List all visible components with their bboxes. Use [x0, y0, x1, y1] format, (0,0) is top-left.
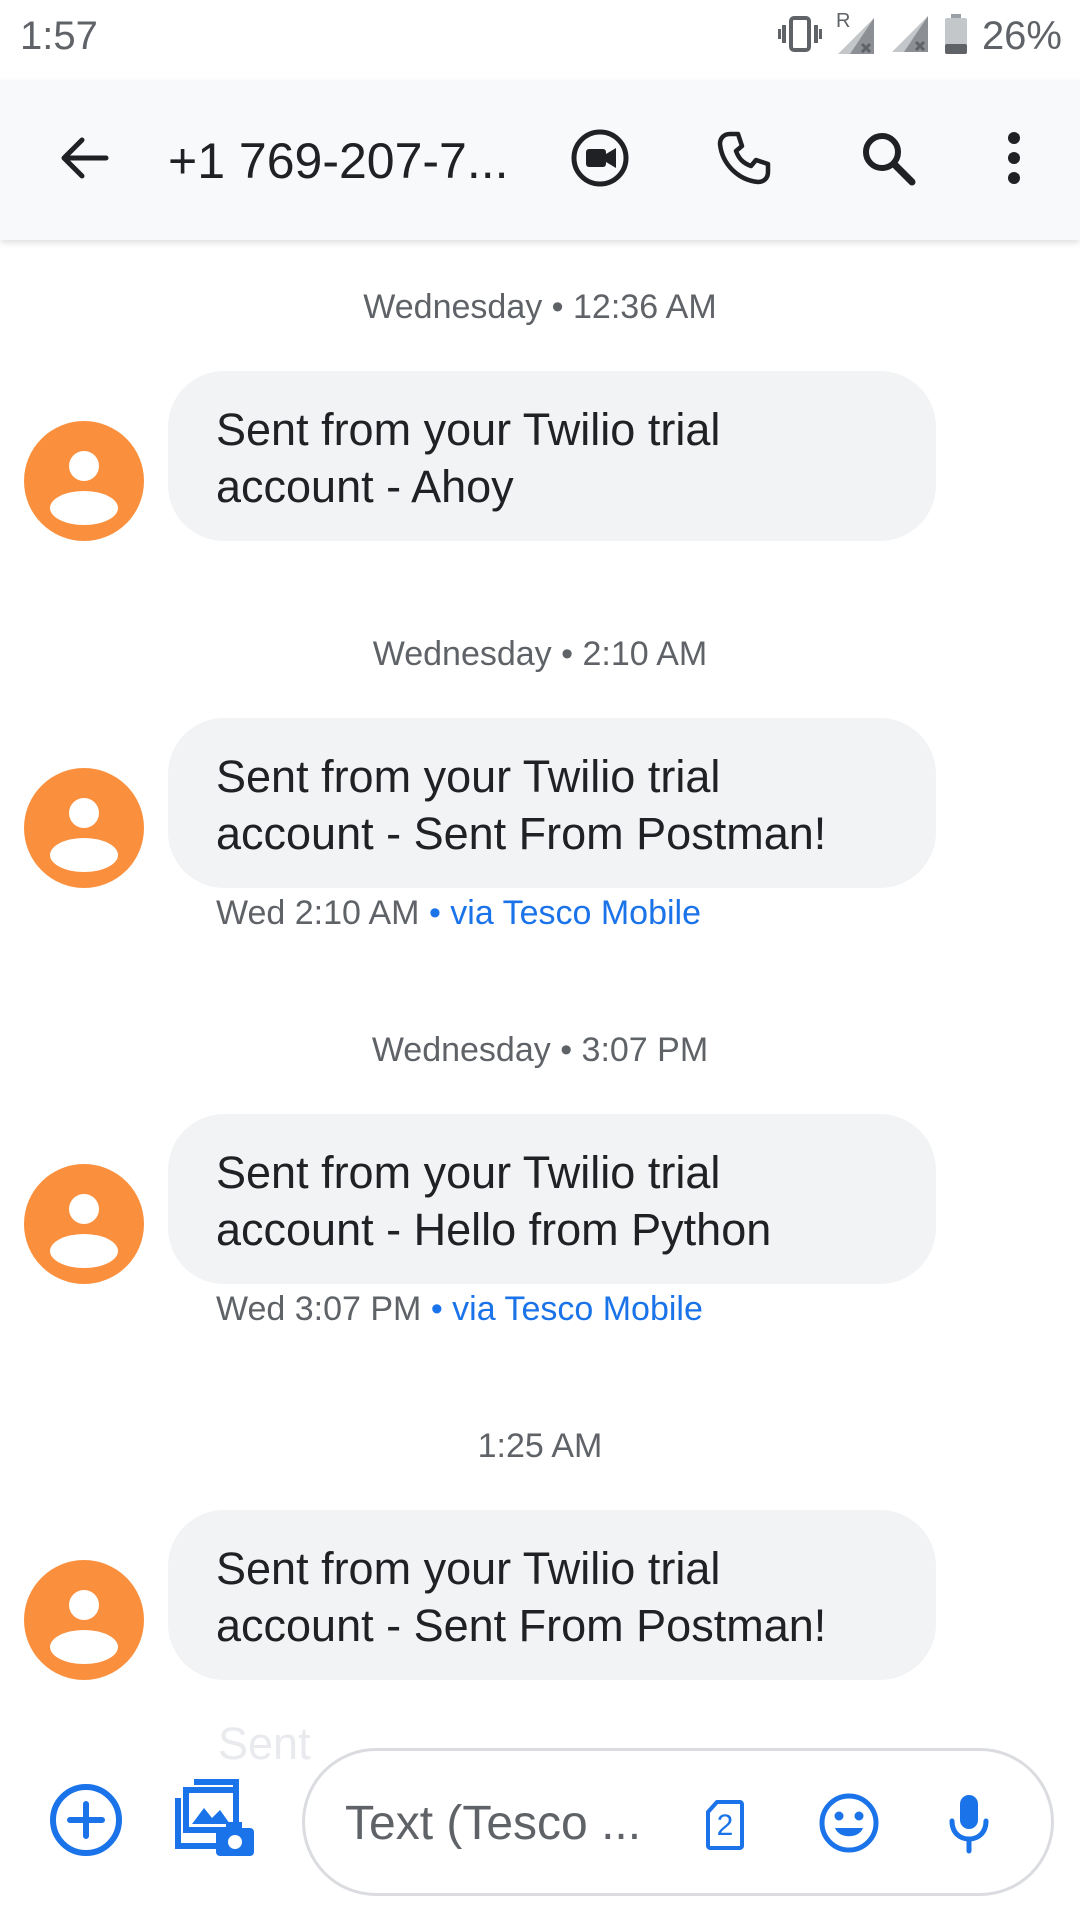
- message-meta: Wed 2:10 AM • via Tesco Mobile: [216, 894, 701, 933]
- status-time: 1:57: [20, 14, 98, 58]
- message-time: Wed 2:10 AM: [216, 894, 420, 932]
- carrier-link[interactable]: • via Tesco Mobile: [431, 1290, 703, 1328]
- signal-roaming-icon: R: [836, 10, 876, 58]
- signal-icon: [890, 12, 930, 61]
- compose-bar: Sent 2: [0, 1718, 1080, 1920]
- gallery-camera-icon: [172, 1776, 256, 1865]
- message-field: 2: [302, 1748, 1054, 1896]
- message-time: Wed 3:07 PM: [216, 1290, 422, 1328]
- status-bar: 1:57 R 26%: [0, 0, 1080, 80]
- avatar-person-icon: [69, 1590, 99, 1620]
- avatar-person-icon: [69, 1194, 99, 1224]
- mic-icon: [945, 1791, 993, 1860]
- peek-message-text: Sent: [218, 1718, 311, 1769]
- sim-number: 2: [716, 1809, 734, 1842]
- phone-icon: [714, 128, 774, 193]
- message-bubble[interactable]: Sent from your Twilio trial account - Se…: [168, 1510, 936, 1680]
- message-bubble[interactable]: Sent from your Twilio trial account - Ah…: [168, 371, 936, 541]
- add-icon: [48, 1782, 124, 1863]
- timestamp-divider: Wednesday • 3:07 PM: [371, 1031, 709, 1069]
- message-bubble[interactable]: Sent from your Twilio trial account - He…: [168, 1114, 936, 1284]
- emoji-icon: [817, 1791, 881, 1860]
- search-button[interactable]: [852, 124, 924, 196]
- timestamp-divider: Wednesday • 12:36 AM: [363, 288, 717, 326]
- contact-avatar[interactable]: [24, 421, 144, 541]
- vibrate-icon: [777, 14, 822, 59]
- emoji-button[interactable]: [813, 1789, 885, 1861]
- carrier-link[interactable]: • via Tesco Mobile: [429, 894, 701, 932]
- back-arrow-icon: [58, 132, 110, 189]
- message-input[interactable]: [345, 1791, 645, 1855]
- more-vert-icon: [1004, 130, 1024, 191]
- conversation[interactable]: Wednesday • 12:36 AM Sent from your Twil…: [0, 240, 1080, 1730]
- voice-input-button[interactable]: [933, 1789, 1005, 1861]
- timestamp-divider: 1:25 AM: [477, 1427, 603, 1465]
- sim-select-button[interactable]: 2: [695, 1793, 755, 1857]
- contact-avatar[interactable]: [24, 1560, 144, 1680]
- avatar-person-icon: [69, 798, 99, 828]
- app-bar: +1 769-207-7...: [0, 80, 1080, 240]
- battery-percent: 26%: [981, 13, 1062, 58]
- video-call-icon: [568, 126, 632, 195]
- video-call-button[interactable]: [564, 124, 636, 196]
- message-bubble[interactable]: Sent from your Twilio trial account - Se…: [168, 718, 936, 888]
- sim-icon: 2: [705, 1799, 745, 1851]
- contact-title[interactable]: +1 769-207-7...: [168, 132, 528, 190]
- contact-avatar[interactable]: [24, 768, 144, 888]
- status-icons: R 26%: [777, 10, 1062, 61]
- battery-icon: [944, 12, 968, 61]
- avatar-person-icon: [69, 451, 99, 481]
- search-icon: [858, 128, 918, 193]
- call-button[interactable]: [708, 124, 780, 196]
- more-options-button[interactable]: [978, 124, 1050, 196]
- back-button[interactable]: [48, 124, 120, 196]
- timestamp-divider: Wednesday • 2:10 AM: [372, 635, 708, 673]
- contact-avatar[interactable]: [24, 1164, 144, 1284]
- attach-button[interactable]: [46, 1782, 126, 1862]
- gallery-button[interactable]: [172, 1778, 256, 1862]
- message-meta: Wed 3:07 PM • via Tesco Mobile: [216, 1290, 703, 1329]
